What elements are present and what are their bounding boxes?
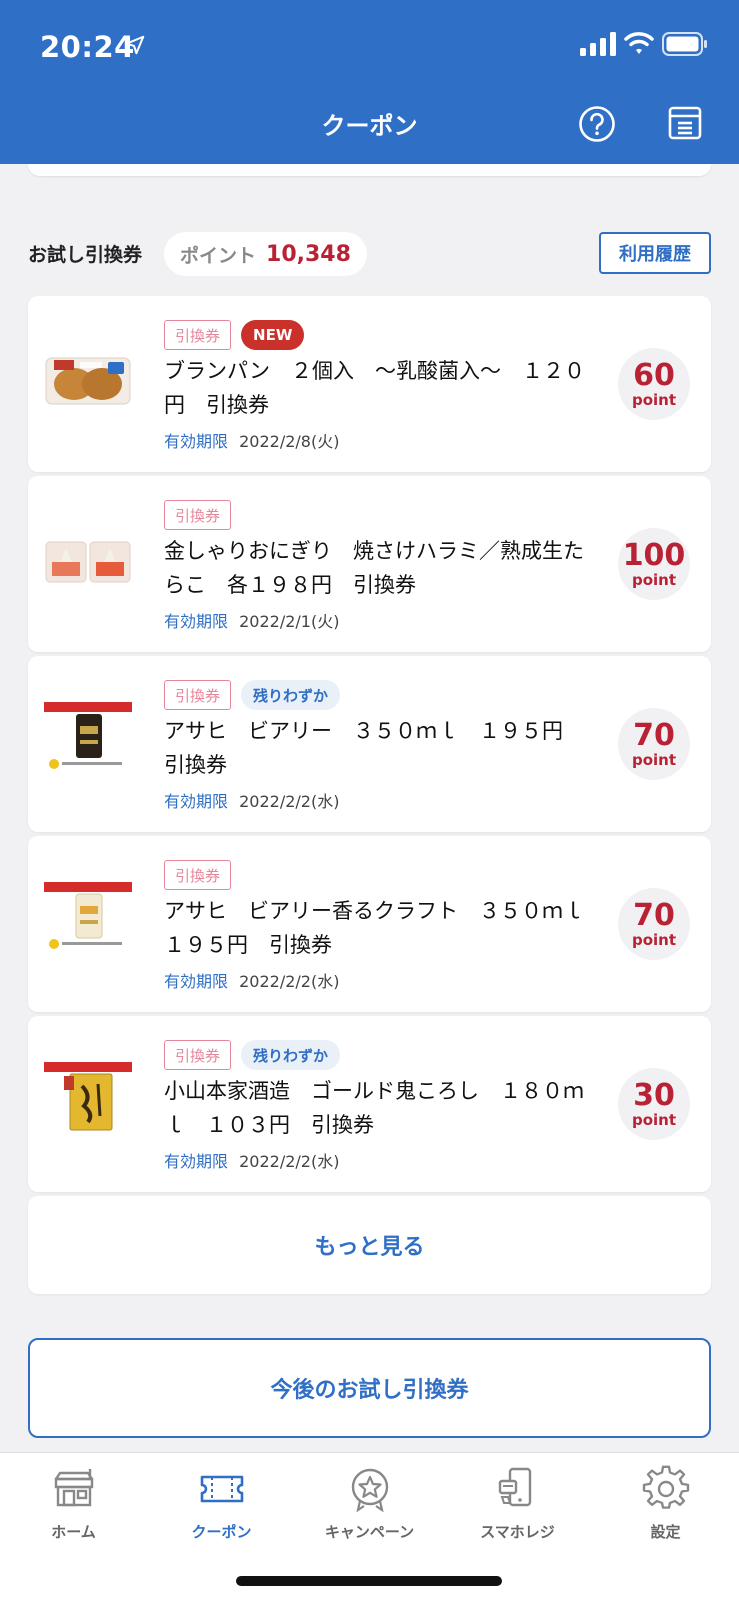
points-label: ポイント bbox=[180, 244, 257, 267]
coupon-list: 引換券 NEW ブランパン ２個入 〜乳酸菌入〜 １２０円 引換券 有効期限 2… bbox=[28, 296, 711, 1196]
voucher-type-badge: 引換券 bbox=[164, 320, 232, 350]
star-badge-icon bbox=[351, 1468, 388, 1513]
coupon-points: 70 point bbox=[618, 708, 690, 780]
coupon-title: アサヒ ビアリー ３５０ｍｌ １９５円 引換券 bbox=[164, 719, 584, 777]
points-unit: point bbox=[631, 1111, 677, 1129]
tab-label: ホーム bbox=[51, 1523, 96, 1541]
coupon-expiry: 有効期限 2022/2/2(水) bbox=[164, 788, 339, 812]
tab-smartphone-register[interactable]: スマホレジ bbox=[444, 1465, 591, 1555]
expiry-label: 有効期限 bbox=[164, 612, 229, 631]
coupon-card[interactable]: 引換券 残りわずか アサヒ ビアリー ３５０ｍｌ １９５円 引換券 有効期限 2… bbox=[28, 656, 711, 832]
points-unit: point bbox=[631, 751, 677, 769]
coupon-points: 60 point bbox=[618, 348, 690, 420]
tab-label: キャンペーン bbox=[324, 1523, 415, 1541]
coupon-expiry: 有効期限 2022/2/1(火) bbox=[164, 608, 339, 632]
coupon-expiry: 有効期限 2022/2/2(水) bbox=[164, 1148, 339, 1172]
coupon-title: ブランパン ２個入 〜乳酸菌入〜 １２０円 引換券 bbox=[164, 359, 586, 417]
coupon-badges: 引換券 bbox=[164, 860, 232, 890]
coupon-badges: 引換券 残りわずか bbox=[164, 680, 341, 710]
cellular-signal-icon bbox=[580, 32, 616, 56]
expiry-date: 2022/2/2(水) bbox=[239, 792, 340, 811]
beer-can-image bbox=[44, 702, 132, 772]
status-time: 20:24 bbox=[40, 30, 135, 64]
phone-register-icon bbox=[498, 1467, 531, 1507]
coupon-card[interactable]: 引換券 NEW ブランパン ２個入 〜乳酸菌入〜 １２０円 引換券 有効期限 2… bbox=[28, 296, 711, 472]
battery-icon bbox=[662, 32, 707, 56]
coupon-card[interactable]: 引換券 残りわずか 小山本家酒造 ゴールド鬼ころし １８０ｍｌ １０３円 引換券… bbox=[28, 1016, 711, 1192]
upcoming-vouchers-button[interactable]: 今後のお試し引換券 bbox=[28, 1338, 711, 1438]
tab-settings[interactable]: 設定 bbox=[592, 1465, 739, 1555]
points-balance: ポイント 10,348 bbox=[164, 232, 367, 276]
voucher-type-badge: 引換券 bbox=[164, 1040, 232, 1070]
trial-voucher-header: お試し引換券 ポイント 10,348 利用履歴 bbox=[28, 232, 711, 276]
points-number: 100 bbox=[622, 538, 686, 573]
coupon-card[interactable]: 引換券 アサヒ ビアリー香るクラフト ３５０ｍｌ １９５円 引換券 有効期限 2… bbox=[28, 836, 711, 1012]
help-circle-icon[interactable] bbox=[578, 105, 616, 143]
previous-card-edge bbox=[28, 164, 711, 176]
points-number: 70 bbox=[633, 718, 675, 753]
expiry-label: 有効期限 bbox=[164, 432, 229, 451]
coupon-title: 小山本家酒造 ゴールド鬼ころし １８０ｍｌ １０３円 引換券 bbox=[164, 1079, 584, 1137]
voucher-type-badge: 引換券 bbox=[164, 500, 232, 530]
points-number: 60 bbox=[633, 358, 675, 393]
sake-pack-image bbox=[44, 1062, 132, 1131]
wifi-icon bbox=[624, 32, 654, 54]
coupon-points: 100 point bbox=[618, 528, 690, 600]
new-badge: NEW bbox=[241, 320, 305, 350]
page-title: クーポン bbox=[321, 112, 418, 140]
store-icon bbox=[54, 1469, 93, 1507]
coupon-expiry: 有効期限 2022/2/8(火) bbox=[164, 428, 339, 452]
tab-home[interactable]: ホーム bbox=[0, 1465, 147, 1555]
expiry-date: 2022/2/1(火) bbox=[239, 612, 340, 631]
coupon-expiry: 有効期限 2022/2/2(水) bbox=[164, 968, 339, 992]
points-number: 70 bbox=[633, 898, 675, 933]
expiry-date: 2022/2/2(水) bbox=[239, 972, 340, 991]
points-unit: point bbox=[631, 391, 677, 409]
gear-icon bbox=[642, 1465, 689, 1509]
coupon-title: 金しゃりおにぎり 焼さけハラミ／熟成生たらこ 各１９８円 引換券 bbox=[164, 539, 584, 597]
voucher-type-badge: 引換券 bbox=[164, 680, 232, 710]
ticket-icon bbox=[200, 1475, 243, 1503]
low-stock-badge: 残りわずか bbox=[241, 1040, 341, 1070]
coupon-points: 70 point bbox=[618, 888, 690, 960]
expiry-date: 2022/2/8(火) bbox=[239, 432, 340, 451]
expiry-date: 2022/2/2(水) bbox=[239, 1152, 340, 1171]
coupon-card[interactable]: 引換券 金しゃりおにぎり 焼さけハラミ／熟成生たらこ 各１９８円 引換券 有効期… bbox=[28, 476, 711, 652]
section-title: お試し引換券 bbox=[28, 244, 143, 266]
low-stock-badge: 残りわずか bbox=[241, 680, 341, 710]
voucher-type-badge: 引換券 bbox=[164, 860, 232, 890]
beer-can-image bbox=[44, 882, 132, 952]
see-more-button[interactable]: もっと見る bbox=[28, 1196, 711, 1294]
points-value: 10,348 bbox=[266, 241, 351, 267]
status-bar: 20:24 bbox=[0, 0, 739, 92]
tab-label: 設定 bbox=[650, 1523, 681, 1541]
coupon-badges: 引換券 残りわずか bbox=[164, 1040, 341, 1070]
coupon-badges: 引換券 bbox=[164, 500, 232, 530]
app-header: 20:24 クーポン bbox=[0, 0, 739, 164]
points-number: 30 bbox=[633, 1078, 675, 1113]
location-arrow-icon bbox=[125, 35, 145, 55]
tab-coupon[interactable]: クーポン bbox=[148, 1465, 295, 1555]
tab-campaign[interactable]: キャンペーン bbox=[296, 1465, 443, 1555]
tab-label: クーポン bbox=[191, 1523, 252, 1541]
points-unit: point bbox=[631, 931, 677, 949]
bread-package-image bbox=[45, 357, 131, 405]
onigiri-image bbox=[45, 541, 131, 583]
expiry-label: 有効期限 bbox=[164, 792, 229, 811]
expiry-label: 有効期限 bbox=[164, 1152, 229, 1171]
expiry-label: 有効期限 bbox=[164, 972, 229, 991]
home-indicator bbox=[236, 1576, 502, 1586]
points-unit: point bbox=[631, 571, 677, 589]
coupon-points: 30 point bbox=[618, 1068, 690, 1140]
tab-label: スマホレジ bbox=[480, 1523, 555, 1541]
coupon-title: アサヒ ビアリー香るクラフト ３５０ｍｌ １９５円 引換券 bbox=[164, 899, 605, 957]
archive-box-icon[interactable] bbox=[666, 104, 704, 142]
usage-history-button[interactable]: 利用履歴 bbox=[599, 232, 711, 274]
coupon-badges: 引換券 NEW bbox=[164, 320, 305, 350]
